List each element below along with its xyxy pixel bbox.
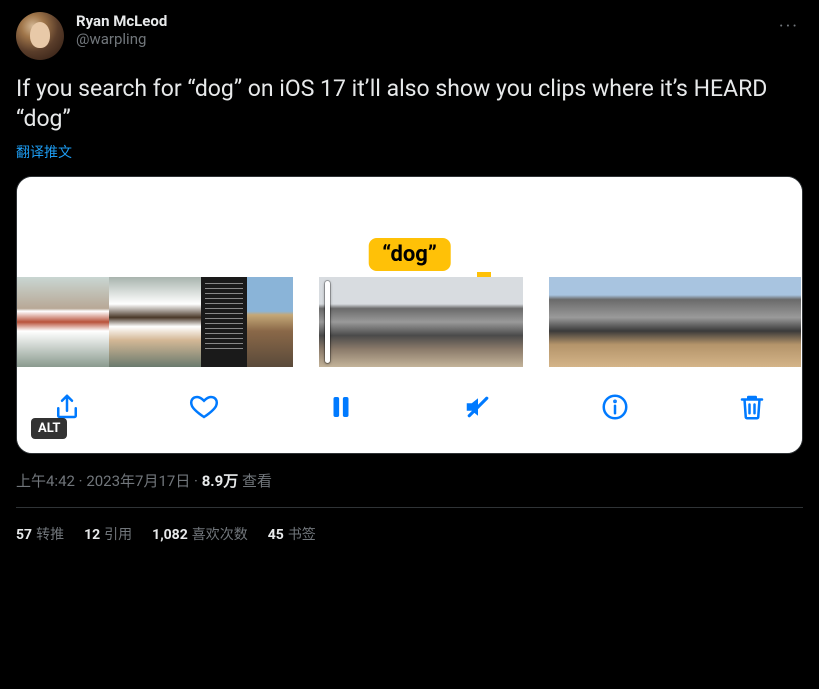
- stat-quotes[interactable]: 12引用: [84, 524, 132, 544]
- thumbnail: [591, 277, 633, 367]
- stat-retweets[interactable]: 57转推: [16, 524, 64, 544]
- info-icon[interactable]: [599, 391, 631, 423]
- tweet-date[interactable]: 2023年7月17日: [86, 472, 190, 490]
- video-timeline[interactable]: [17, 277, 802, 367]
- clip-group-2[interactable]: [319, 277, 523, 367]
- alt-badge[interactable]: ALT: [31, 418, 67, 439]
- views-label: 查看: [242, 472, 272, 490]
- author-display-name: Ryan McLeod: [76, 12, 763, 30]
- pause-icon[interactable]: [325, 391, 357, 423]
- author-block[interactable]: Ryan McLeod @warpling: [76, 12, 763, 48]
- tweet-meta: 上午4:42 · 2023年7月17日 · 8.9万 查看: [16, 470, 803, 491]
- thumbnail: [717, 277, 759, 367]
- translate-link[interactable]: 翻译推文: [16, 142, 72, 162]
- mute-icon[interactable]: [462, 391, 494, 423]
- avatar[interactable]: [16, 12, 64, 60]
- tweet-text: If you search for “dog” on iOS 17 it’ll …: [16, 74, 803, 134]
- tweet-stats: 57转推 12引用 1,082喜欢次数 45书签: [16, 508, 803, 544]
- thumbnail: [633, 277, 675, 367]
- thumbnail: [201, 277, 247, 367]
- thumbnail: [155, 277, 201, 367]
- thumbnail: [675, 277, 717, 367]
- tweet-container: Ryan McLeod @warpling ··· If you search …: [0, 0, 819, 556]
- thumbnail: [455, 277, 523, 367]
- tweet-time[interactable]: 上午4:42: [16, 472, 75, 490]
- search-term-badge: “dog”: [368, 238, 451, 271]
- heart-icon[interactable]: [188, 391, 220, 423]
- thumbnail: [17, 277, 63, 367]
- clip-group-3[interactable]: [549, 277, 801, 367]
- media-card[interactable]: “dog”: [16, 176, 803, 454]
- playhead[interactable]: [325, 281, 330, 363]
- thumbnail: [109, 277, 155, 367]
- stat-bookmarks[interactable]: 45书签: [268, 524, 316, 544]
- clip-group-1[interactable]: [17, 277, 293, 367]
- tweet-header: Ryan McLeod @warpling ···: [16, 12, 803, 60]
- trash-icon[interactable]: [736, 391, 768, 423]
- thumbnail: [247, 277, 293, 367]
- thumbnail: [387, 277, 455, 367]
- thumbnail: [63, 277, 109, 367]
- media-header-area: “dog”: [17, 177, 802, 277]
- author-handle: @warpling: [76, 30, 763, 48]
- stat-likes[interactable]: 1,082喜欢次数: [152, 524, 248, 544]
- thumbnail: [759, 277, 801, 367]
- views-count: 8.9万: [202, 472, 239, 490]
- more-icon[interactable]: ···: [775, 12, 803, 41]
- thumbnail: [549, 277, 591, 367]
- media-toolbar: [17, 367, 802, 453]
